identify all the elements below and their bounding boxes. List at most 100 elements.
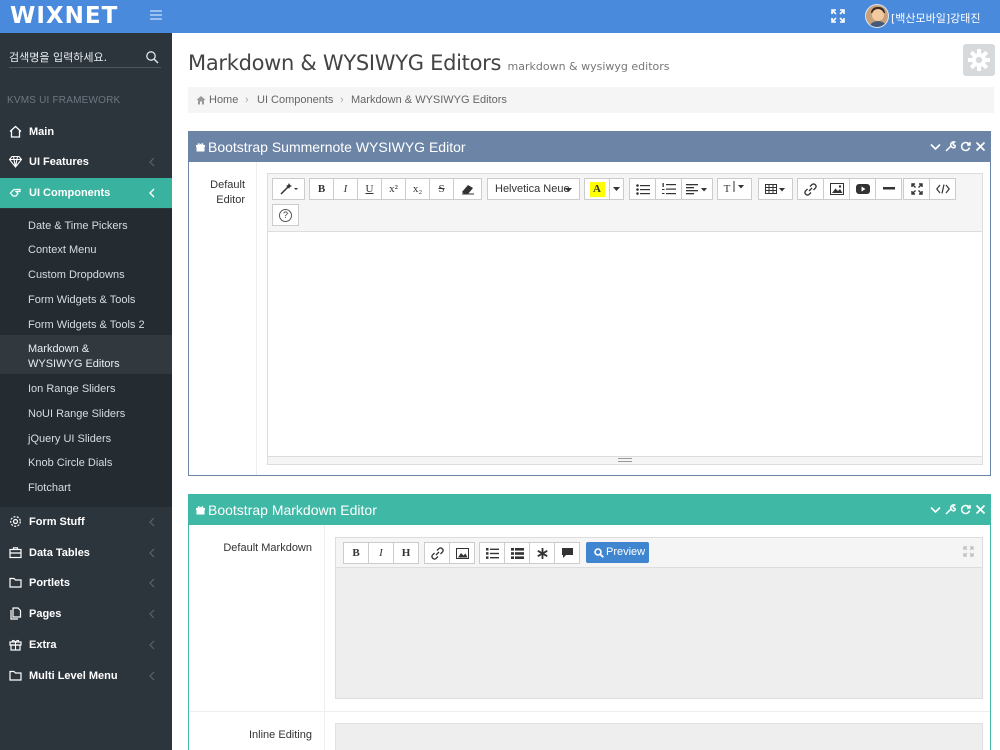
preview-button[interactable]: Preview — [586, 542, 649, 563]
inline-editing-area[interactable] — [335, 723, 983, 750]
fullscreen-icon[interactable] — [831, 9, 845, 23]
sidebar-item-data-tables[interactable]: Data Tables — [0, 538, 172, 568]
sidebar-item-label: Pages — [29, 608, 62, 620]
submenu-item-form-widgets-2[interactable]: Form Widgets & Tools 2 — [28, 318, 164, 333]
close-icon[interactable] — [975, 141, 986, 152]
editor-resize-bar[interactable] — [268, 456, 982, 464]
avatar[interactable] — [865, 4, 889, 28]
submenu-item-ion-range-sliders[interactable]: Ion Range Sliders — [28, 382, 164, 397]
line-height-dropdown[interactable]: T — [717, 178, 752, 200]
sidebar-item-ui-features[interactable]: UI Features — [0, 147, 172, 177]
list-button[interactable] — [479, 542, 505, 564]
help-button[interactable]: ? — [272, 204, 299, 226]
refresh-icon[interactable] — [960, 504, 971, 515]
refresh-icon[interactable] — [960, 141, 971, 152]
image-button[interactable] — [449, 542, 475, 564]
heading-button[interactable]: H — [393, 542, 419, 564]
unordered-list-button[interactable] — [629, 178, 656, 200]
bold-button[interactable]: B — [343, 542, 369, 564]
submenu-item-date-time-pickers[interactable]: Date & Time Pickers — [28, 219, 164, 234]
close-icon[interactable] — [975, 504, 986, 515]
home-icon — [196, 96, 206, 105]
paragraph-align-dropdown[interactable] — [681, 178, 713, 200]
underline-button[interactable]: U — [357, 178, 382, 200]
insert-video-button[interactable] — [849, 178, 876, 200]
fore-color-button[interactable]: A — [584, 178, 610, 200]
wrench-icon[interactable] — [945, 504, 956, 515]
italic-button[interactable]: I — [368, 542, 394, 564]
quote-button[interactable] — [554, 542, 580, 564]
breadcrumb-ui-components[interactable]: UI Components — [257, 94, 333, 106]
code-view-button[interactable] — [929, 178, 956, 200]
editor-content-area[interactable] — [268, 232, 982, 457]
submenu-item-flotchart[interactable]: Flotchart — [28, 481, 164, 496]
table-dropdown[interactable] — [758, 178, 793, 200]
caret-down-icon — [613, 187, 620, 191]
sidebar-item-pages[interactable]: Pages — [0, 599, 172, 629]
style-dropdown[interactable] — [272, 178, 305, 200]
sidebar-item-extra[interactable]: Extra — [0, 630, 172, 660]
search-icon[interactable] — [145, 50, 159, 64]
subscript-button[interactable]: x₂ — [405, 178, 430, 200]
eraser-button[interactable] — [453, 178, 482, 200]
sidebar-search — [9, 48, 161, 68]
sidebar-item-main[interactable]: Main — [0, 117, 172, 147]
page-title-text: Markdown & WYSIWYG Editors — [188, 51, 502, 75]
wrench-icon[interactable] — [945, 141, 956, 152]
submenu-item-context-menu[interactable]: Context Menu — [28, 243, 164, 258]
ordered-list-button[interactable] — [504, 542, 530, 564]
submenu-item-knob-circle-dials[interactable]: Knob Circle Dials — [28, 456, 164, 471]
fullscreen-button[interactable] — [903, 178, 930, 200]
breadcrumb: Home › UI Components › Markdown & WYSIWY… — [188, 87, 994, 113]
editor-toolbar: B I U x² x₂ S Helvetica Neue A T ? — [268, 174, 982, 232]
ordered-list-button[interactable] — [655, 178, 682, 200]
chevron-left-icon — [149, 671, 155, 681]
horizontal-rule-button[interactable] — [875, 178, 902, 200]
markdown-toolbar: B I H Preview — [336, 538, 982, 568]
fullscreen-icon[interactable] — [963, 546, 974, 557]
panel-tools — [930, 141, 986, 153]
sidebar-item-multi-level-menu[interactable]: Multi Level Menu — [0, 661, 172, 691]
picture-icon — [829, 183, 844, 195]
preview-label: Preview — [606, 546, 646, 558]
italic-button[interactable]: I — [333, 178, 358, 200]
bold-button[interactable]: B — [309, 178, 334, 200]
help-icon: ? — [279, 209, 292, 222]
font-family-dropdown[interactable]: Helvetica Neue — [487, 178, 580, 200]
breadcrumb-home[interactable]: Home — [209, 94, 238, 106]
summernote-panel: Bootstrap Summernote WYSIWYG Editor Defa… — [188, 131, 991, 476]
submenu-item-form-widgets[interactable]: Form Widgets & Tools — [28, 293, 164, 308]
chevron-left-icon — [149, 188, 155, 198]
list-icon — [510, 548, 524, 559]
submenu-item-noui-range-sliders[interactable]: NoUI Range Sliders — [28, 407, 164, 422]
color-dropdown[interactable] — [609, 178, 624, 200]
code-button[interactable] — [529, 542, 555, 564]
sidebar-item-ui-components[interactable]: UI Components — [0, 178, 172, 208]
magic-icon — [279, 183, 298, 195]
submenu-item-jquery-ui-sliders[interactable]: jQuery UI Sliders — [28, 432, 164, 447]
markdown-textarea[interactable] — [336, 568, 982, 698]
fore-color-letter: A — [589, 182, 605, 197]
breadcrumb-separator: › — [245, 94, 249, 106]
text-height-icon — [733, 181, 745, 192]
search-input[interactable] — [9, 48, 139, 66]
briefcase-icon — [9, 547, 22, 559]
sidebar-item-form-stuff[interactable]: Form Stuff — [0, 507, 172, 537]
user-name[interactable]: [백산모바일]강태진 — [891, 10, 981, 26]
strikethrough-button[interactable]: S — [429, 178, 454, 200]
collapse-icon[interactable] — [930, 141, 941, 152]
submenu-item-markdown-wysiwyg[interactable]: Markdown & WYSIWYG Editors — [0, 335, 172, 374]
url-button[interactable] — [424, 542, 450, 564]
sidebar-item-portlets[interactable]: Portlets — [0, 568, 172, 598]
settings-button[interactable] — [963, 44, 995, 76]
brand-logo[interactable]: WIXNET — [10, 3, 118, 29]
submenu-item-custom-dropdowns[interactable]: Custom Dropdowns — [28, 268, 164, 283]
list-ul-icon — [635, 184, 650, 195]
insert-link-button[interactable] — [797, 178, 824, 200]
insert-picture-button[interactable] — [823, 178, 850, 200]
superscript-button[interactable]: x² — [381, 178, 406, 200]
sidebar-toggle-icon[interactable] — [150, 10, 162, 20]
resize-grip-icon[interactable] — [618, 458, 632, 462]
asterisk-icon — [536, 548, 548, 559]
collapse-icon[interactable] — [930, 504, 941, 515]
